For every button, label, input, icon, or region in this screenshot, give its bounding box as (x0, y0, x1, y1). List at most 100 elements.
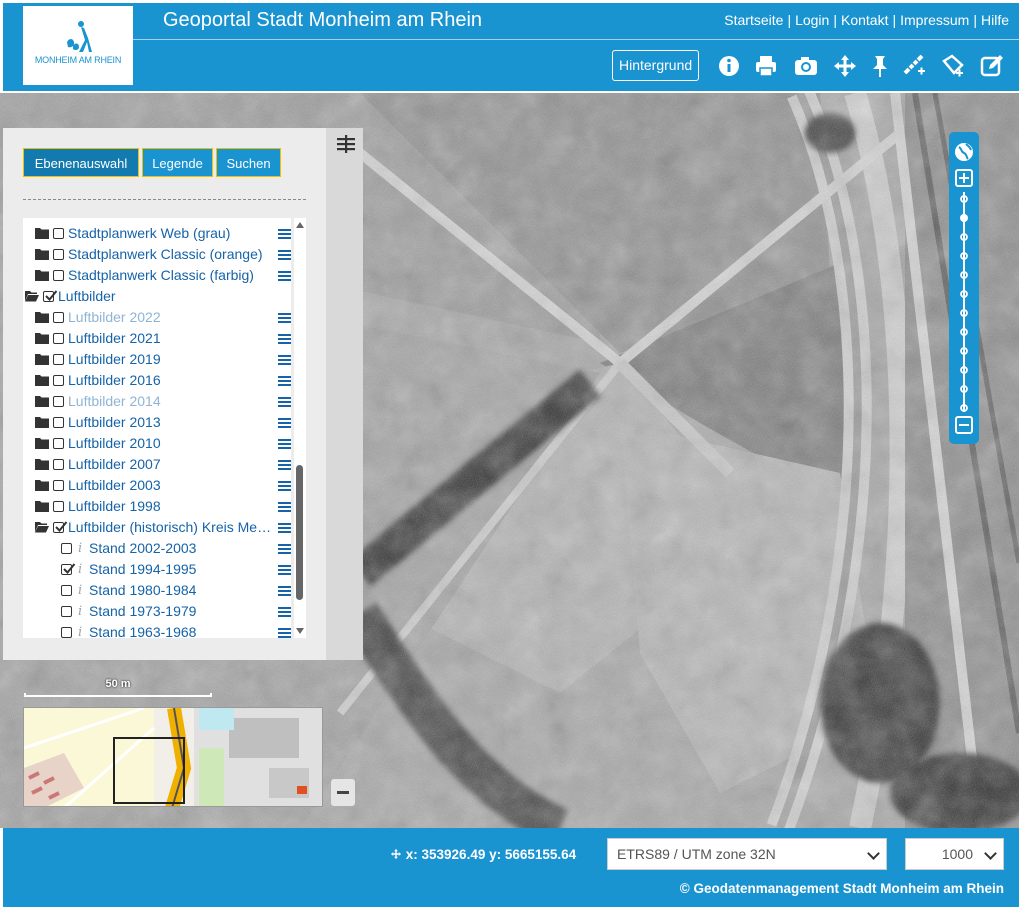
layer-menu-icon[interactable] (278, 250, 291, 261)
layer-label[interactable]: Luftbilder 2016 (68, 372, 273, 388)
layer-label[interactable]: Luftbilder 2010 (68, 435, 273, 451)
move-icon[interactable] (832, 53, 858, 79)
layer-row[interactable]: i Stand 1980-1984 (23, 581, 291, 602)
folder-icon[interactable] (35, 479, 49, 491)
layer-menu-icon[interactable] (278, 376, 291, 387)
folder-icon[interactable] (35, 458, 49, 470)
checkbox-checked[interactable] (53, 521, 68, 533)
layer-info-icon[interactable]: i (78, 625, 82, 638)
zoom-out-icon[interactable] (955, 416, 973, 434)
layer-menu-icon[interactable] (278, 271, 291, 282)
checkbox[interactable] (53, 354, 64, 365)
link-impressum[interactable]: Impressum (900, 12, 969, 28)
checkbox[interactable] (53, 438, 64, 449)
layer-label[interactable]: Luftbilder 2013 (68, 414, 273, 430)
crs-select[interactable]: ETRS89 / UTM zone 32N (607, 838, 887, 870)
info-icon[interactable] (716, 53, 742, 79)
layer-row[interactable]: Luftbilder 2016 (23, 371, 291, 392)
folder-icon[interactable] (35, 416, 49, 428)
layer-row[interactable]: Luftbilder 1998 (23, 497, 291, 518)
layer-menu-icon[interactable] (278, 460, 291, 471)
layer-row[interactable]: Stadtplanwerk Classic (farbig) (23, 266, 291, 287)
folder-icon[interactable] (35, 227, 49, 239)
checkbox[interactable] (61, 543, 72, 554)
camera-icon[interactable] (793, 53, 819, 79)
link-startseite[interactable]: Startseite (724, 12, 783, 28)
folder-icon[interactable] (35, 248, 49, 260)
link-login[interactable]: Login (795, 12, 829, 28)
layer-label[interactable]: Stand 1994-1995 (89, 561, 273, 577)
layer-row[interactable]: Luftbilder 2003 (23, 476, 291, 497)
layer-row[interactable]: Luftbilder 2021 (23, 329, 291, 350)
checkbox[interactable] (53, 270, 64, 281)
folder-icon[interactable] (35, 395, 49, 407)
layer-row[interactable]: Luftbilder 2019 (23, 350, 291, 371)
layer-label[interactable]: Luftbilder (historisch) Kreis Mettmann (68, 519, 273, 535)
layer-row[interactable]: Luftbilder 2013 (23, 413, 291, 434)
layer-menu-icon[interactable] (278, 586, 291, 597)
city-logo[interactable]: MONHEIM AM RHEIN (23, 6, 133, 85)
globe-icon[interactable] (955, 143, 973, 161)
layer-info-icon[interactable]: i (78, 562, 82, 577)
folder-icon[interactable] (35, 374, 49, 386)
layer-row[interactable]: i Stand 1963-1968 (23, 623, 291, 638)
layer-label[interactable]: Luftbilder 2021 (68, 330, 273, 346)
overview-collapse-button[interactable] (331, 779, 355, 806)
background-button[interactable]: Hintergrund (612, 50, 700, 81)
layer-row[interactable]: Luftbilder 2010 (23, 434, 291, 455)
scale-select[interactable]: 1000 (905, 838, 1004, 870)
print-icon[interactable] (753, 53, 779, 79)
zoom-in-icon[interactable] (955, 169, 973, 187)
layer-label[interactable]: Luftbilder (58, 288, 273, 304)
layer-row[interactable]: Stadtplanwerk Classic (orange) (23, 245, 291, 266)
layer-label[interactable]: Luftbilder 2019 (68, 351, 273, 367)
measure-area-icon[interactable] (940, 53, 966, 79)
layer-menu-icon[interactable] (278, 439, 291, 450)
layer-row[interactable]: Luftbilder 2014 (23, 392, 291, 413)
layer-label[interactable]: Stand 1973-1979 (89, 603, 273, 619)
checkbox[interactable] (53, 249, 64, 260)
layer-info-icon[interactable]: i (78, 583, 82, 598)
layer-row[interactable]: i Stand 2002-2003 (23, 539, 291, 560)
layer-menu-icon[interactable] (278, 229, 291, 240)
layer-menu-icon[interactable] (278, 418, 291, 429)
folder-open-icon[interactable] (25, 290, 39, 302)
checkbox[interactable] (61, 606, 72, 617)
checkbox[interactable] (61, 585, 72, 596)
checkbox[interactable] (53, 333, 64, 344)
scroll-thumb[interactable] (296, 465, 303, 600)
layer-label[interactable]: Stand 1980-1984 (89, 582, 273, 598)
layer-row[interactable]: Stadtplanwerk Web (grau) (23, 224, 291, 245)
layer-menu-icon[interactable] (278, 628, 291, 638)
tab-suchen[interactable]: Suchen (216, 148, 281, 177)
overview-map[interactable] (23, 707, 323, 807)
layer-tree-scrollbar[interactable] (294, 218, 306, 638)
checkbox-checked[interactable] (61, 563, 76, 575)
layer-label[interactable]: Luftbilder 2007 (68, 456, 273, 472)
checkbox[interactable] (53, 459, 64, 470)
layer-menu-icon[interactable] (278, 544, 291, 555)
layer-menu-icon[interactable] (278, 397, 291, 408)
layer-label[interactable]: Luftbilder 1998 (68, 498, 273, 514)
layer-label[interactable]: Stadtplanwerk Classic (farbig) (68, 267, 273, 283)
layer-menu-icon[interactable] (278, 334, 291, 345)
layer-menu-icon[interactable] (278, 313, 291, 324)
tab-legende[interactable]: Legende (142, 148, 213, 177)
layer-label[interactable]: Luftbilder 2014 (68, 393, 273, 409)
layer-row[interactable]: i Stand 1994-1995 (23, 560, 291, 581)
tab-ebenenauswahl[interactable]: Ebenenauswahl (23, 148, 139, 177)
panel-toggle-icon[interactable] (336, 134, 356, 154)
layer-row[interactable]: Luftbilder (23, 287, 291, 308)
checkbox[interactable] (53, 501, 64, 512)
checkbox[interactable] (53, 375, 64, 386)
measure-line-icon[interactable] (902, 53, 928, 79)
folder-icon[interactable] (35, 353, 49, 365)
scroll-up-arrow[interactable] (296, 222, 304, 228)
link-hilfe[interactable]: Hilfe (981, 12, 1009, 28)
checkbox[interactable] (53, 417, 64, 428)
layer-label[interactable]: Stadtplanwerk Classic (orange) (68, 246, 273, 262)
layer-menu-icon[interactable] (278, 565, 291, 576)
layer-info-icon[interactable]: i (78, 541, 82, 556)
layer-label[interactable]: Stadtplanwerk Web (grau) (68, 225, 273, 241)
zoom-slider[interactable] (960, 192, 968, 412)
